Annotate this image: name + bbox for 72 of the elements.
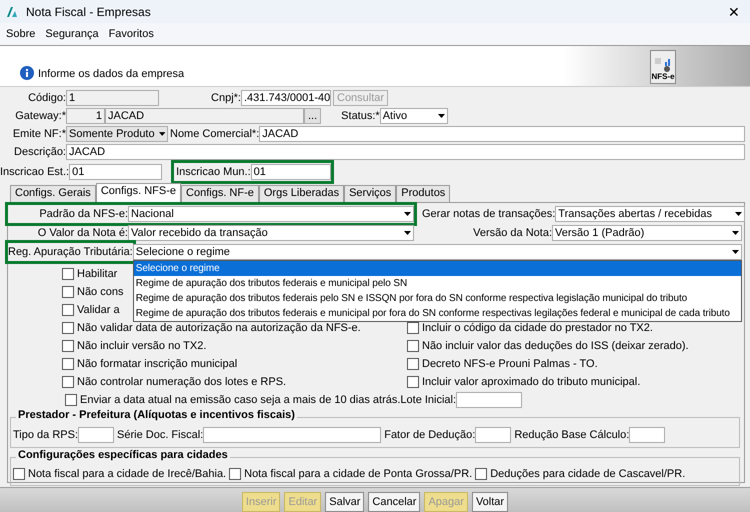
dropdown[interactable]: Versão 1 (Padrão) [552,225,742,241]
checkbox-label: Não formatar inscrição municipal [77,358,238,370]
field-label: Descrição: [13,146,66,158]
group-title: Prestador - Prefeitura (Alíquotas e incentivos fiscais) [16,409,297,421]
dropdown[interactable]: Ativo [380,108,448,124]
close-button[interactable]: ✕ [724,4,744,20]
tab[interactable]: Configs. NFS-e [96,183,182,202]
input-field[interactable]: JACAD [66,144,745,160]
checkbox-label: Decreto NFS-e Prouni Palmas - TO. [422,358,598,370]
field-label: Nome Comercial*: [170,128,260,140]
field-label: Redução Base Cálculo: [514,429,630,441]
input-field[interactable]: 1 [66,90,159,106]
header-message: Informe os dados da empresa [38,68,186,80]
checkbox-label: Deduções para cidade de Cascavel/PR. [490,468,686,480]
checkbox-label: Não incluir versão no TX2. [77,340,206,352]
input-field[interactable]: JACAD [105,108,304,124]
menu-item[interactable]: Favoritos [108,28,154,40]
tab[interactable]: Serviços [344,185,396,202]
checkbox-label: Nota fiscal para a cidade de Irecê/Bahia. [28,468,226,480]
checkbox-label: Nota fiscal para a cidade de Ponta Grossa/PR. [244,468,472,480]
menu-item[interactable]: Sobre [6,28,36,40]
input-field[interactable]: 01 [250,164,331,180]
tab[interactable]: Configs. Gerais [10,185,96,202]
action-button[interactable]: Salvar [325,492,364,512]
field-label: Série Doc. Fiscal: [117,429,204,441]
checkbox-label: Não validar data de autorização na autorização da NFS-e. [77,322,361,334]
field-label: Gerar notas de transações: [422,208,556,220]
checkbox-label: Não controlar numeração dos lotes e RPS. [77,376,286,388]
action-button[interactable]: Cancelar [368,492,420,512]
action-button[interactable]: Voltar [472,492,508,512]
field-label: Cnpj*: [210,92,241,104]
tab[interactable]: Configs. NF-e [181,185,259,202]
dropdown-option[interactable]: Regime de apuração dos tributos federais e municipal pelo SN [134,276,741,291]
checkbox-label: Não cons [77,286,124,298]
field-label: Versão da Nota: [472,227,552,239]
dropdown[interactable]: Transações abertas / recebidas [555,206,746,222]
tab[interactable]: Produtos [396,185,450,202]
field-label: Inscricao Est.: [0,166,70,178]
group-title: Configurações específicas para cidades [16,449,230,461]
checkbox-label: Habilitar [77,268,118,280]
dropdown-option[interactable]: Selecione o regime [134,261,741,276]
field-label: Emite NF:* [12,128,66,140]
field-label: Gateway:* [14,110,66,122]
input-field[interactable]: JACAD [259,126,745,142]
dropdown[interactable]: Selecione o regime [132,244,742,260]
field-label: Fator de Dedução: [384,429,476,441]
field-label: Inscricao Mun.: [176,166,251,178]
field-label: Reg. Apuração Tributária: [8,246,133,258]
badge-label: NFS-e [651,72,675,81]
field-label: O Valor da Nota é: [36,227,128,239]
dropdown-option[interactable]: Regime de apuração dos tributos federais e municipal por fora do SN conforme respectivas legilações federal e municipal de cada tributo [134,306,741,321]
checkbox-label: Não incluir valor das deduções do ISS (deixar zerado). [422,340,689,352]
checkbox-label: Enviar a data atual na emissão caso seja a mais de 10 dias atrás. [80,394,400,406]
checkbox-label: Incluir o código da cidade do prestador no TX2. [422,322,653,334]
input-field[interactable]: 1 [66,108,105,124]
checkbox-label: Validar a [77,304,120,316]
dropdown[interactable]: Valor recebido da transação [128,225,414,241]
checkbox-label: Incluir valor aproximado do tributo municipal. [422,376,640,388]
dropdown[interactable]: Nacional [128,206,414,222]
tab[interactable]: Orgs Liberadas [258,185,344,202]
field-label: Lote Inicial: [400,394,456,406]
dropdown-option[interactable]: Regime de apuração dos tributos federais pelo SN e ISSQN por fora do SN conforme respectiva legislação municipal do tributo [134,291,741,306]
field-label: Padrão da NFS-e: [38,208,128,220]
dropdown[interactable]: Somente Produto [66,126,168,142]
menu-item[interactable]: Segurança [45,28,99,40]
field-label: Status:* [341,110,380,122]
input-field[interactable]: 01 [69,164,162,180]
window-title: Nota Fiscal - Empresas [26,4,152,18]
field-label: Código: [27,92,66,104]
browse-button[interactable]: ... [304,108,322,124]
input-field[interactable]: .431.743/0001-40 [241,90,331,106]
field-label: Tipo da RPS: [13,429,78,441]
